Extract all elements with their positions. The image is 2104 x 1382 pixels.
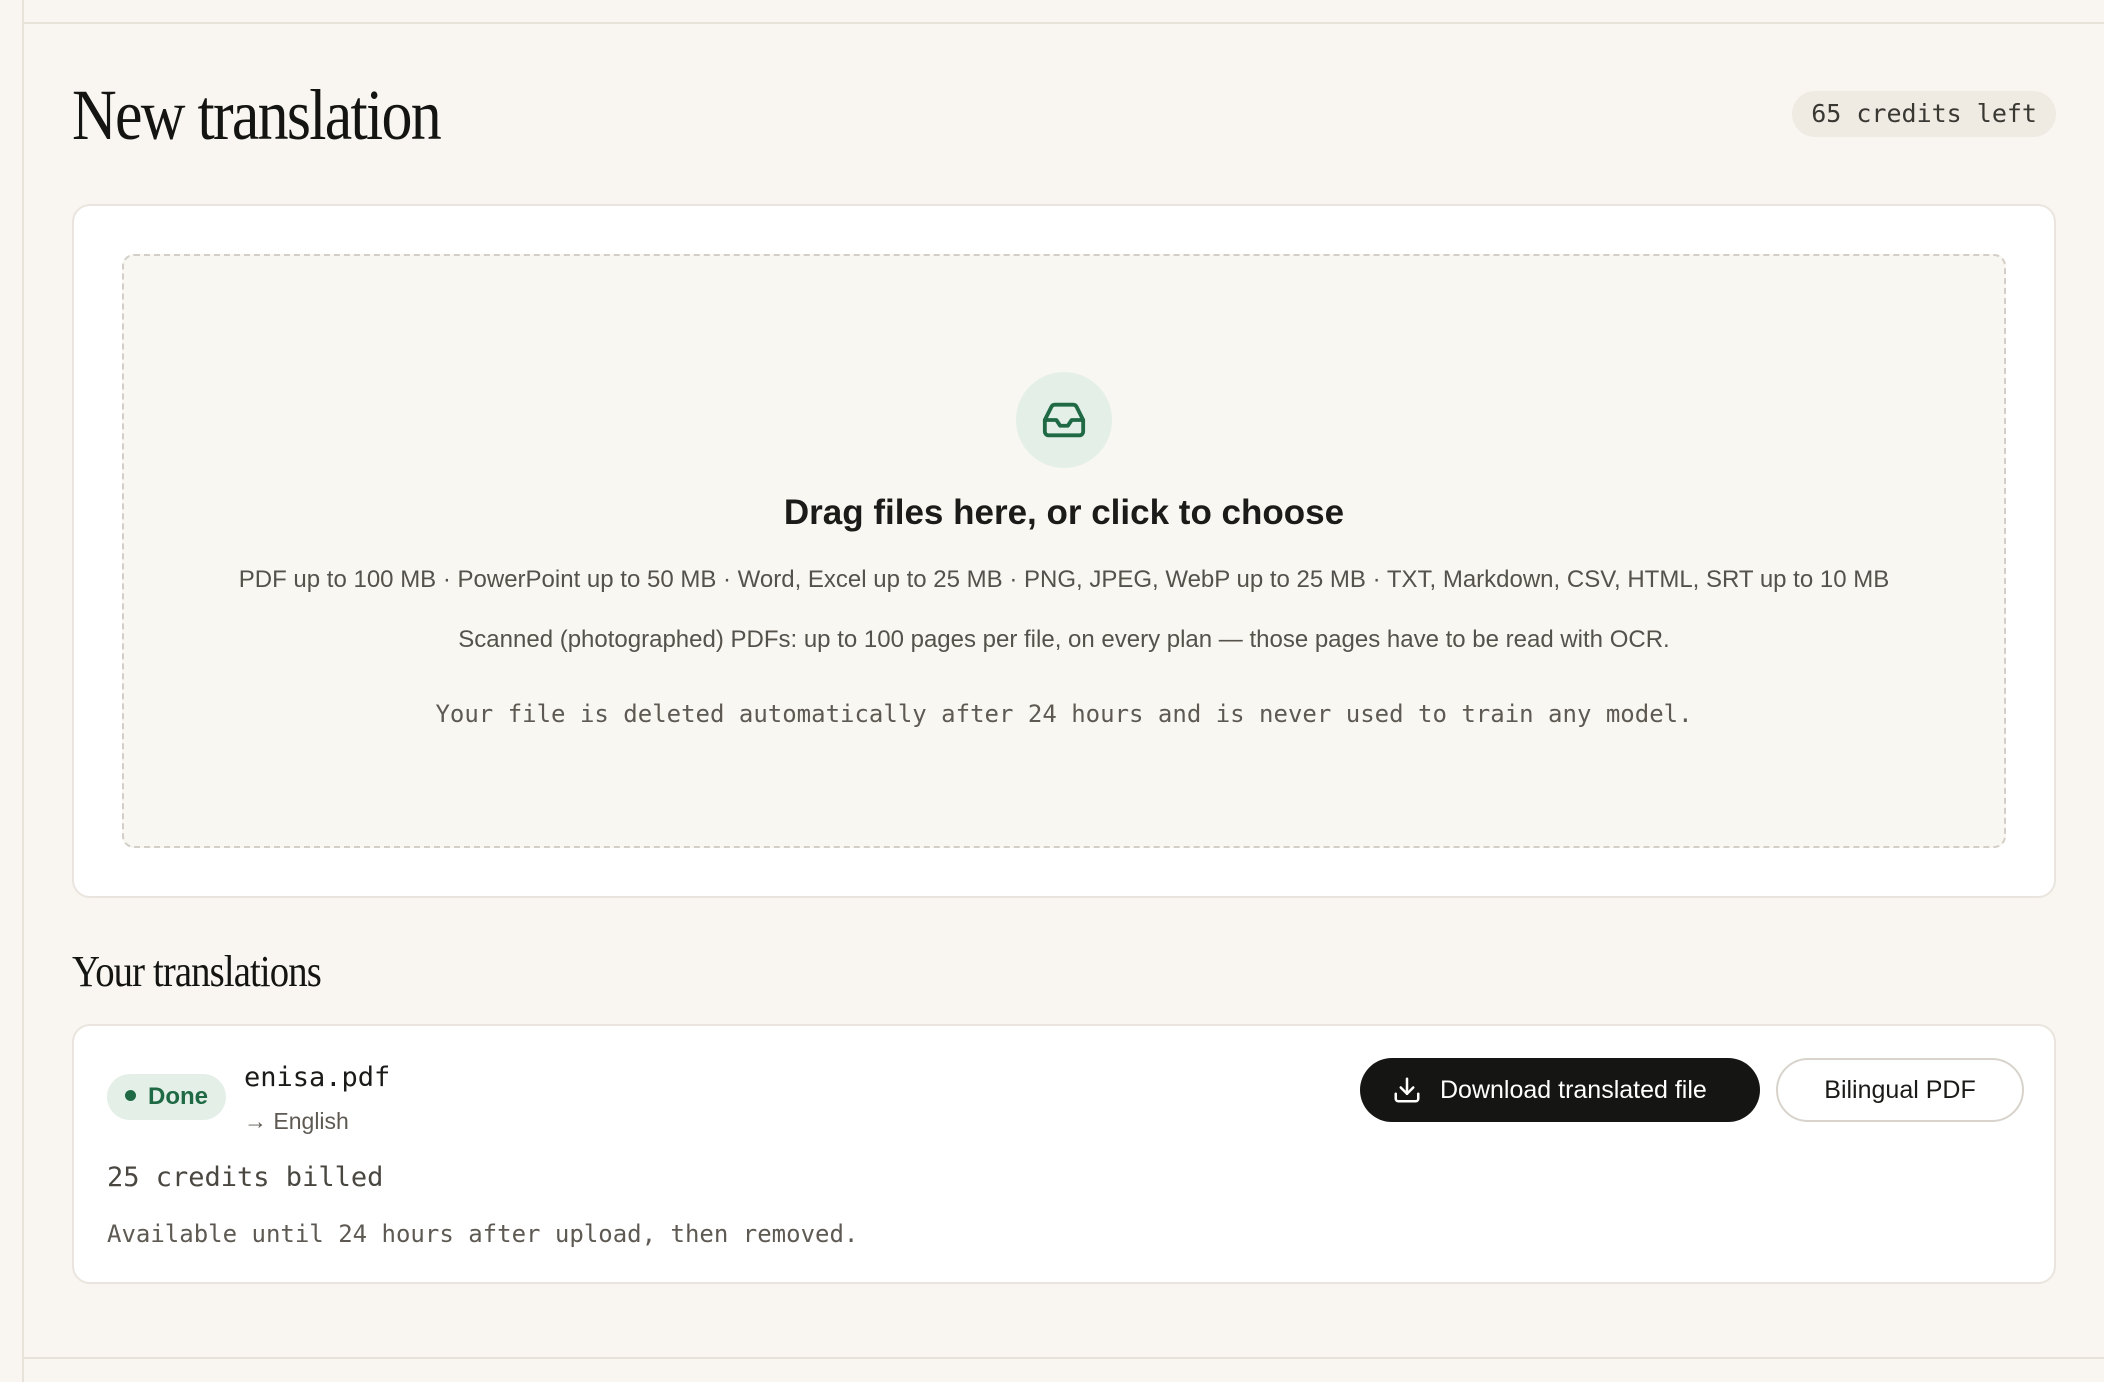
dropzone-title: Drag files here, or click to choose [783, 493, 1345, 532]
download-translated-button[interactable]: Download translated file [1360, 1058, 1760, 1122]
page-title: New translation [72, 75, 442, 155]
page-header: New translation 65 credits left [72, 70, 2056, 160]
ocr-note: Scanned (photographed) PDFs: up to 100 p… [458, 626, 1670, 653]
file-name: enisa.pdf [244, 1062, 391, 1093]
credits-badge: 65 credits left [1792, 91, 2056, 137]
download-icon [1394, 1077, 1420, 1103]
download-button-label: Download translated file [1440, 1076, 1707, 1104]
file-size-limits: PDF up to 100 MB · PowerPoint up to 50 M… [238, 566, 1890, 593]
top-divider [22, 22, 2104, 24]
status-label: Done [148, 1083, 208, 1110]
status-dot-icon [125, 1090, 136, 1102]
bilingual-pdf-button[interactable]: Bilingual PDF [1776, 1058, 2024, 1122]
availability-note: Available until 24 hours after upload, t… [107, 1220, 859, 1248]
translation-item: Done enisa.pdf → English 25 credits bill… [72, 1024, 2056, 1284]
bottom-divider [22, 1357, 2104, 1359]
credits-billed: 25 credits billed [107, 1162, 384, 1193]
target-language: → English [244, 1108, 349, 1134]
privacy-note: Your file is deleted automatically after… [435, 700, 1693, 728]
status-badge: Done [107, 1074, 226, 1120]
translations-section-title: Your translations [72, 947, 322, 996]
file-dropzone[interactable]: Drag files here, or click to choose PDF … [122, 254, 2006, 848]
left-divider [22, 0, 24, 1382]
inbox-icon [1016, 372, 1112, 468]
upload-card: Drag files here, or click to choose PDF … [72, 204, 2056, 898]
